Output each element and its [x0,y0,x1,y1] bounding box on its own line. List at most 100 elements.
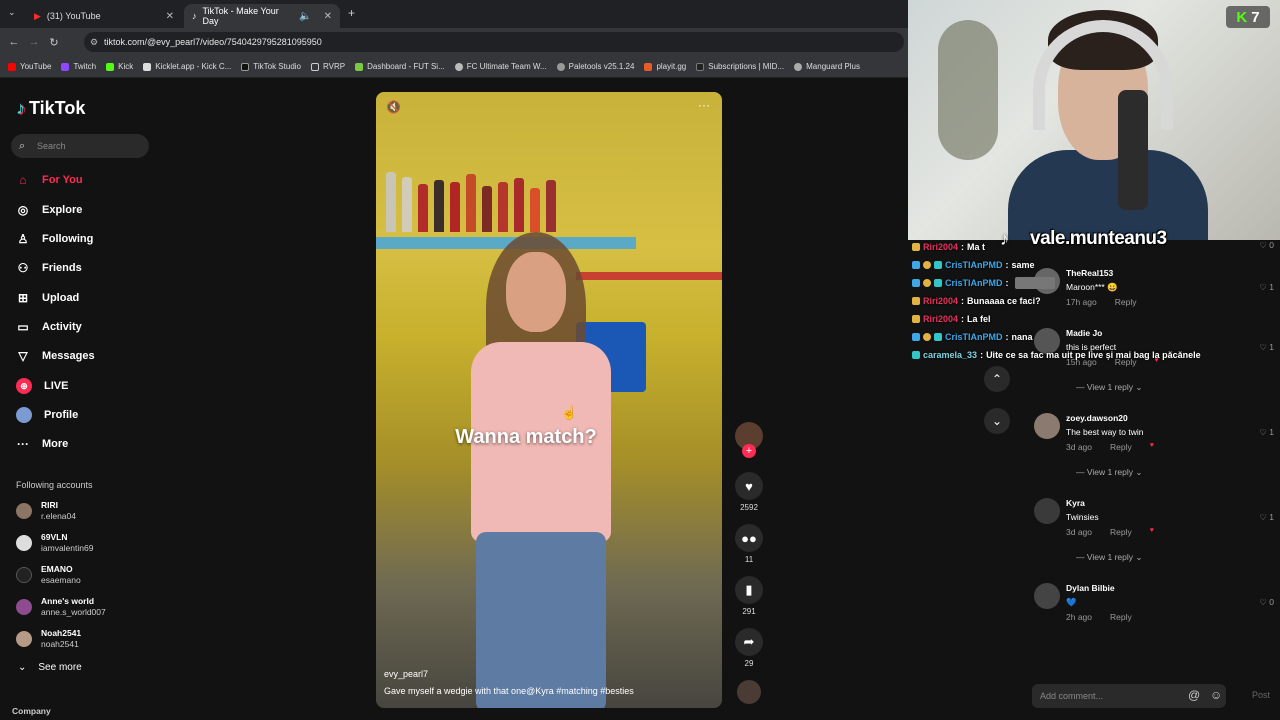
nav-upload[interactable]: ⊞ Upload [16,288,79,308]
bookmark-manguard[interactable]: Manguard Plus [794,62,860,71]
previous-video-button[interactable]: ⌃ [984,366,1010,392]
site-info-icon[interactable]: ⚙ [90,32,98,52]
comment-icon[interactable]: ●● [735,524,763,552]
bookmark-paletools[interactable]: Paletools v25.1.24 [556,62,634,71]
comment-like[interactable]: ♡ 1 [1259,282,1274,293]
reply-button[interactable]: Reply [1110,612,1132,622]
chat-badge-icon [923,333,931,341]
mute-icon[interactable]: 🔇 [386,100,401,114]
video-player[interactable]: 🔇 ··· Wanna match? evy_pearl7 Gave mysel… [376,92,722,708]
company-link[interactable]: Company [12,706,51,716]
more-options-icon[interactable]: ··· [698,98,710,112]
comment-like[interactable]: ♡ 1 [1259,427,1274,438]
tab-tiktok[interactable]: ♪ TikTok - Make Your Day 🔈 ✕ [184,4,340,28]
bookmark-youtube[interactable]: YouTube [8,62,51,71]
follow-plus-button[interactable]: + [742,444,756,458]
reply-button[interactable]: Reply [1115,297,1137,307]
tab-audio-icon[interactable]: 🔈 [299,11,311,22]
avatar[interactable] [1034,583,1060,609]
reply-button[interactable]: Reply [1110,442,1132,452]
search-input[interactable]: ⌕ Search [11,134,149,158]
heart-icon[interactable]: ♥ [735,472,763,500]
chat-badge-icon [934,261,942,269]
next-video-button[interactable]: ⌄ [984,408,1010,434]
following-account[interactable]: 69VLN iamvalentin69 [16,530,93,556]
tiktok-logo[interactable]: ♪ TikTok [16,98,85,119]
view-replies-button[interactable]: — View 1 reply ⌄ [1076,382,1143,393]
reply-button[interactable]: Reply [1110,527,1132,537]
bookmark-dashboard[interactable]: Dashboard - FUT Si... [355,62,445,71]
mention-icon[interactable]: @ [1188,688,1200,702]
following-account[interactable]: EMANO esaemano [16,562,81,588]
nav-more[interactable]: ··· More [16,434,68,454]
new-tab-button[interactable]: + [348,6,355,20]
kick-viewer-count: 7 [1251,8,1260,26]
more-icon: ··· [17,437,29,451]
reload-icon[interactable]: ↻ [44,36,64,49]
messages-icon: ▽ [18,349,28,363]
sound-avatar[interactable] [737,680,761,704]
following-account[interactable]: Noah2541 noah2541 [16,626,81,652]
comment-like[interactable]: ♡ 0 [1259,597,1274,608]
close-tab-icon[interactable]: ✕ [324,11,332,22]
chat-badge-icon [923,279,931,287]
bookmark-icon[interactable]: ▮ [735,576,763,604]
chevron-down-icon: ⌄ [991,414,1003,428]
video-username[interactable]: evy_pearl7 [384,669,428,679]
following-account[interactable]: Anne's world anne.s_world007 [16,594,106,620]
nav-for-you[interactable]: ⌂ For You [16,170,82,190]
url-field[interactable]: ⚙ tiktok.com/@evy_pearl7/video/754042979… [84,32,904,52]
upload-icon: ⊞ [17,291,29,305]
close-tab-icon[interactable]: ✕ [166,11,174,22]
bookmark-kick[interactable]: Kick [106,62,133,71]
save-action[interactable]: ▮ 291 [735,576,763,616]
comment-user[interactable]: zoey.dawson20 [1066,413,1128,423]
bookmark-rvrp[interactable]: RVRP [311,62,345,71]
chat-badge-icon [912,351,920,359]
comment-like[interactable]: ♡ 1 [1259,342,1274,353]
tab-youtube[interactable]: ▶ (31) YouTube ✕ [26,4,182,28]
webcam-plant [938,20,998,160]
emoji-icon[interactable]: ☺ [1210,688,1222,702]
nav-activity[interactable]: ▭ Activity [16,317,81,337]
share-action[interactable]: ➦ 29 [735,628,763,668]
nav-friends[interactable]: ⚇ Friends [16,258,82,278]
chat-message: CrisTIAnPMD: [912,276,1055,290]
view-replies-button[interactable]: — View 1 reply ⌄ [1076,552,1143,563]
comment-user[interactable]: Dylan Bilbie [1066,583,1115,593]
see-more-button[interactable]: ⌄ See more [18,662,82,673]
avatar[interactable] [1034,413,1060,439]
nav-live[interactable]: ⊕ LIVE [16,376,68,396]
tab-list-chevron-icon[interactable]: ⌄ [8,7,16,18]
nav-profile[interactable]: Profile [16,405,78,425]
comment-like-count[interactable]: ♡ 0 [1259,240,1274,251]
forward-arrow-icon[interactable]: → [24,36,44,48]
view-replies-button[interactable]: — View 1 reply ⌄ [1076,467,1143,478]
comment-user[interactable]: Madie Jo [1066,328,1102,338]
following-account[interactable]: RIRI r.elena04 [16,498,76,524]
bookmark-tiktok-studio[interactable]: TikTok Studio [241,62,301,71]
bookmark-fc-ultimate[interactable]: FC Ultimate Team W... [454,62,547,71]
nav-explore[interactable]: ◎ Explore [16,200,83,220]
chat-badge-icon [912,315,920,323]
tiktok-sidebar: ♪ TikTok ⌕ Search ⌂ For You ◎ Explore ♙ Fol… [0,78,160,720]
avatar [16,503,32,519]
like-action[interactable]: ♥ 2592 [735,472,763,512]
bookmark-playit[interactable]: playit.gg [644,62,686,71]
live-icon: ⊕ [16,378,32,394]
share-icon[interactable]: ➦ [735,628,763,656]
bookmark-twitch[interactable]: Twitch [61,62,96,71]
nav-messages[interactable]: ▽ Messages [16,346,94,366]
avatar[interactable] [1034,498,1060,524]
comment-user[interactable]: Kyra [1066,498,1085,508]
comment-action[interactable]: ●● 11 [735,524,763,564]
url-text: tiktok.com/@evy_pearl7/video/75404297952… [104,37,322,47]
following-icon: ♙ [17,232,29,246]
nav-following[interactable]: ♙ Following [16,229,94,249]
post-button[interactable]: Post [1252,690,1270,700]
bookmark-kicklet[interactable]: Kicklet.app - Kick C... [143,62,231,71]
back-arrow-icon[interactable]: ← [4,36,24,48]
comment-user[interactable]: TheReal153 [1066,268,1113,278]
comment-like[interactable]: ♡ 1 [1259,512,1274,523]
bookmark-subscriptions[interactable]: Subscriptions | MID... [696,62,784,71]
